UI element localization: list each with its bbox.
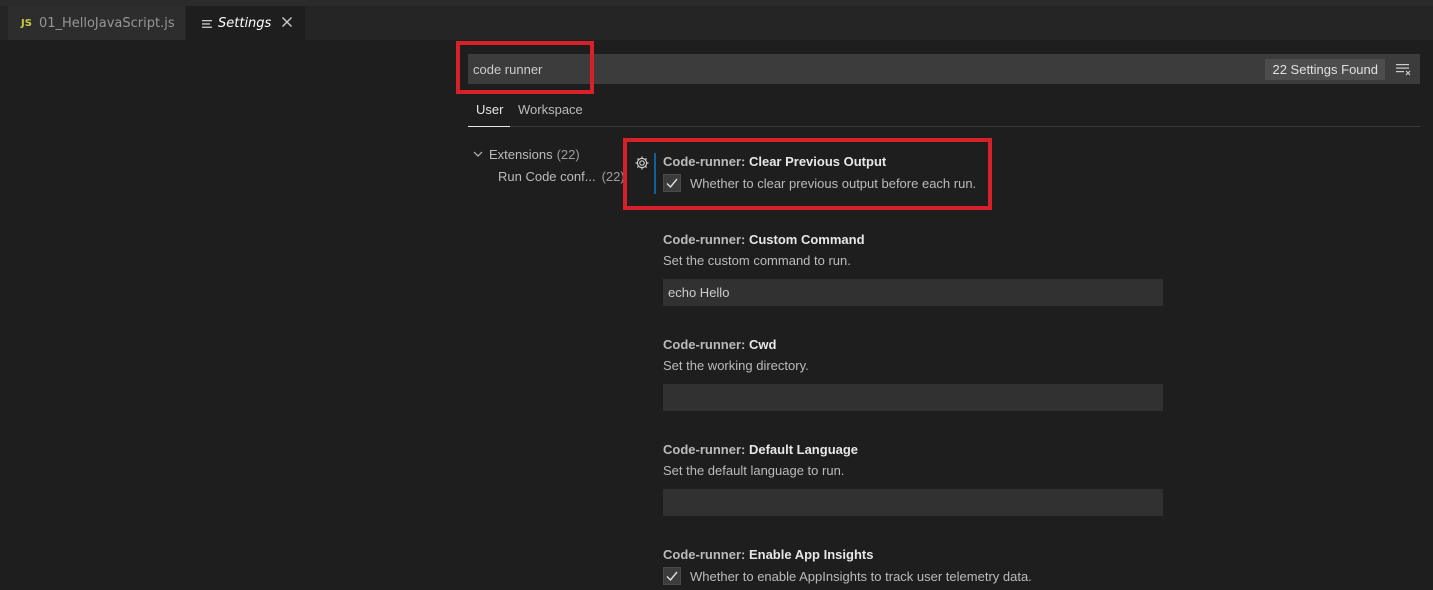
setting-description: Set the default language to run. (663, 463, 845, 478)
settings-toc: Extensions (22) Run Code conf... (22) (472, 143, 625, 187)
checkmark-icon (666, 178, 678, 189)
tab-label: Settings (218, 15, 272, 31)
enable-app-insights-checkbox[interactable] (663, 567, 681, 585)
setting-description: Set the custom command to run. (663, 253, 851, 268)
setting-title: Code-runner: Clear Previous Output (663, 154, 887, 169)
setting-title: Code-runner: Cwd (663, 337, 777, 352)
gear-icon[interactable] (634, 155, 650, 171)
custom-command-input[interactable] (663, 279, 1163, 306)
toc-item-label: Run Code conf... (498, 168, 596, 184)
setting-clear-previous-output: Code-runner: Clear Previous Output Wheth… (663, 152, 1183, 194)
setting-custom-command: Code-runner: Custom Command Set the cust… (663, 230, 1183, 306)
toc-item-run-code-configuration[interactable]: Run Code conf... (22) (472, 165, 625, 187)
toc-item-label: Extensions (489, 146, 553, 162)
toc-item-count: (22) (601, 168, 625, 184)
setting-enable-app-insights: Code-runner: Enable App Insights Whether… (663, 545, 1183, 587)
checkmark-icon (666, 571, 678, 582)
cwd-input[interactable] (663, 384, 1163, 411)
results-count-badge: 22 Settings Found (1265, 59, 1385, 80)
toc-item-count: (22) (556, 146, 580, 162)
setting-title: Code-runner: Custom Command (663, 232, 865, 247)
tab-settings[interactable]: Settings (186, 6, 305, 40)
toc-item-extensions[interactable]: Extensions (22) (472, 143, 622, 165)
editor-tab-bar: JS 01_HelloJavaScript.js Settings (0, 6, 1433, 40)
settings-search-bar: 22 Settings Found (468, 54, 1420, 84)
default-language-input[interactable] (663, 489, 1163, 516)
focused-setting-indicator (654, 153, 656, 194)
setting-default-language: Code-runner: Default Language Set the de… (663, 440, 1183, 516)
tab-workspace[interactable]: Workspace (518, 102, 583, 126)
setting-description: Set the working directory. (663, 358, 809, 373)
setting-title: Code-runner: Default Language (663, 442, 859, 457)
settings-file-icon (202, 18, 212, 28)
tab-hello-javascript[interactable]: JS 01_HelloJavaScript.js (8, 6, 185, 40)
setting-description: Whether to enable AppInsights to track u… (690, 568, 1032, 584)
chevron-down-icon (472, 148, 484, 160)
settings-search-input[interactable] (473, 59, 1073, 79)
setting-title: Code-runner: Enable App Insights (663, 547, 874, 562)
js-file-icon: JS (21, 17, 32, 29)
setting-cwd: Code-runner: Cwd Set the working directo… (663, 335, 1183, 411)
tab-user[interactable]: User (467, 102, 512, 127)
tab-label: 01_HelloJavaScript.js (38, 15, 175, 31)
filter-icon[interactable] (1396, 62, 1412, 76)
scope-tabs: User Workspace (467, 98, 1420, 127)
clear-previous-output-checkbox[interactable] (663, 174, 681, 192)
setting-description: Whether to clear previous output before … (690, 175, 977, 191)
close-icon[interactable] (279, 13, 295, 31)
